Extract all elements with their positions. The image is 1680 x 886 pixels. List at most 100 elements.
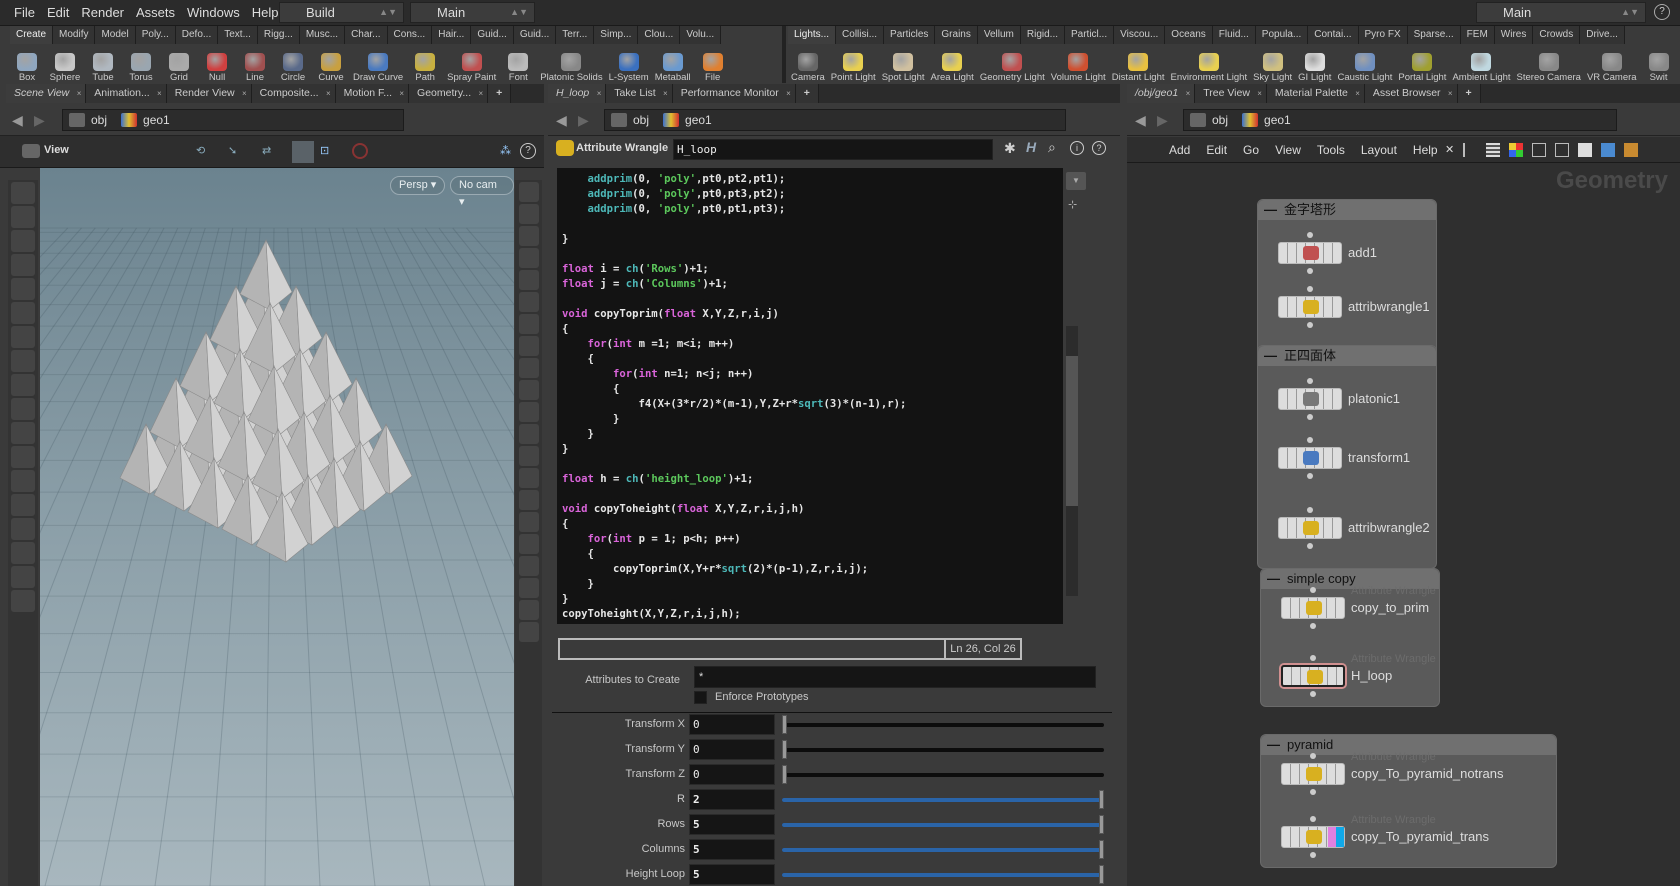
magnet-icon[interactable] [11,374,35,396]
network-box[interactable]: — simple copy Attribute Wrangle copy_to_pri… [1260,568,1440,707]
shelf-tab-model[interactable]: Model [95,26,136,44]
pose-icon[interactable] [11,230,35,252]
output-connector[interactable] [1310,691,1316,697]
collapse-icon[interactable]: — [1267,569,1280,589]
collapse-icon[interactable]: — [1264,200,1277,220]
camera-icon[interactable] [22,144,40,158]
lattice-icon[interactable] [11,446,35,468]
right-desktop-select[interactable]: Main ▲▼ [1476,2,1646,23]
shelf-tab-modify[interactable]: Modify [53,26,96,44]
input-connector[interactable] [1310,655,1316,661]
code-scrollbar[interactable] [1066,326,1078,596]
numbers-icon[interactable] [518,402,539,422]
shelf-tool-platonic-solids[interactable]: Platonic Solids [537,44,605,83]
node-shape[interactable] [1278,517,1342,539]
shelf-tool-metaball[interactable]: Metaball [652,44,694,83]
input-connector[interactable] [1307,437,1313,443]
input-connector[interactable] [1307,507,1313,513]
sculpt-icon[interactable] [11,398,35,420]
shelf-tab-vellum[interactable]: Vellum [977,26,1021,44]
network-menu-layout[interactable]: Layout [1353,137,1405,163]
layout-icon[interactable] [1555,143,1570,157]
shelf-tab-grains[interactable]: Grains [935,26,978,44]
close-icon[interactable]: × [326,84,331,103]
shelf-tool-volume-light[interactable]: Volume Light [1048,44,1109,83]
background-image-icon[interactable] [1601,143,1616,157]
input-connector[interactable] [1307,378,1313,384]
pane-tab-asset-browser[interactable]: Asset Browser × [1364,84,1458,103]
node-shape[interactable] [1278,296,1342,318]
shelf-tab-guid[interactable]: Guid... [471,26,514,44]
forward-icon[interactable]: ▶ [578,112,589,129]
text-icon[interactable] [518,512,539,532]
param-slider-transform-y[interactable] [782,740,1104,759]
close-icon[interactable]: × [242,84,247,103]
new-tab-button[interactable]: + [1457,84,1481,103]
input-connector[interactable] [1310,587,1316,593]
shelf-tab-rigg[interactable]: Rigg... [257,26,300,44]
shelf-tool-line[interactable]: Line [236,44,274,83]
slider-knob[interactable] [1099,815,1104,834]
shelf-tool-l-system[interactable]: L-System [606,44,652,83]
shelf-tool-sphere[interactable]: Sphere [46,44,84,83]
shelf-tool-grid[interactable]: Grid [160,44,198,83]
shelf-tool-swit[interactable]: Swit [1640,44,1678,83]
network-node[interactable]: Attribute Wrangle copy_to_prim [1281,581,1439,651]
node-name-field[interactable]: H_loop [673,139,993,160]
slider-knob[interactable] [782,740,787,759]
tools-icon[interactable]: ✕ [1445,143,1454,157]
pane-tab-h-loop[interactable]: H_loop × [548,84,607,103]
shelf-tab-oceans[interactable]: Oceans [1165,26,1213,44]
help-icon[interactable]: ? [520,143,536,159]
shelf-tab-drive[interactable]: Drive... [1580,26,1625,44]
shelf-tab-fluid[interactable]: Fluid... [1212,26,1256,44]
snapshot-icon[interactable] [518,534,539,554]
tree-icon[interactable] [1463,143,1477,157]
lock-icon[interactable] [518,226,539,246]
shelf-tool-circle[interactable]: Circle [274,44,312,83]
node-shape[interactable] [1281,763,1345,785]
network-box[interactable]: — pyramid Attribute Wrangle copy_To_pyramid… [1260,734,1557,868]
pane-tab-tree-view[interactable]: Tree View × [1195,84,1267,103]
crumb-geo1[interactable]: geo1 [1236,110,1299,130]
zoom-view-icon[interactable]: ⊡ [320,144,329,157]
output-connector[interactable] [1310,852,1316,858]
input-connector[interactable] [1307,286,1313,292]
rotate-icon[interactable] [11,302,35,324]
display-options-icon[interactable]: ⁂ [500,144,511,157]
shelf-tab-pyro-fx[interactable]: Pyro FX [1358,26,1408,44]
back-icon[interactable]: ◀ [556,112,567,129]
shelf-tab-wires[interactable]: Wires [1494,26,1534,44]
normals-icon[interactable] [518,336,539,356]
crumb-obj[interactable]: obj [1184,110,1236,130]
network-box[interactable]: — 正四面体 platonic1 transform1 attribwrangle2 [1257,345,1437,569]
shelf-tool-vr-camera[interactable]: VR Camera [1584,44,1640,83]
network-editor[interactable]: Geometry — 金字塔形 add1 attribwrangle1 — 正四面体 pla… [1127,163,1680,886]
param-field-rows[interactable]: 5 [689,814,775,835]
new-tab-button[interactable]: + [795,84,819,103]
network-node[interactable]: Attribute Wrangle copy_To_pyramid_trans [1281,810,1556,880]
close-icon[interactable]: × [786,84,791,103]
output-connector[interactable] [1307,473,1313,479]
shelf-divider[interactable] [782,26,786,83]
new-tab-button[interactable]: + [488,84,512,103]
network-menu-edit[interactable]: Edit [1198,137,1235,163]
handle-icon[interactable]: ⇄ [262,144,271,157]
shelf-tab-fem[interactable]: FEM [1460,26,1495,44]
view-icon[interactable] [11,206,35,228]
guide-icon[interactable] [518,446,539,466]
node-shape[interactable] [1278,447,1342,469]
shelf-tool-caustic-light[interactable]: Caustic Light [1334,44,1395,83]
shelf-tool-ambient-light[interactable]: Ambient Light [1449,44,1513,83]
network-menu-go[interactable]: Go [1235,137,1267,163]
close-icon[interactable]: × [77,84,82,103]
shelf-tab-crowds[interactable]: Crowds [1533,26,1581,44]
shelf-tool-environment-light[interactable]: Environment Light [1168,44,1251,83]
shelf-tool-file[interactable]: File [694,44,732,83]
grid-icon[interactable] [1532,143,1547,157]
pane-tab-render-view[interactable]: Render View × [166,84,252,103]
node-shape[interactable] [1281,665,1345,687]
network-menu-help[interactable]: Help [1405,137,1446,163]
code-menu-button[interactable]: ▼ [1066,172,1086,190]
shelf-tool-gi-light[interactable]: GI Light [1295,44,1334,83]
